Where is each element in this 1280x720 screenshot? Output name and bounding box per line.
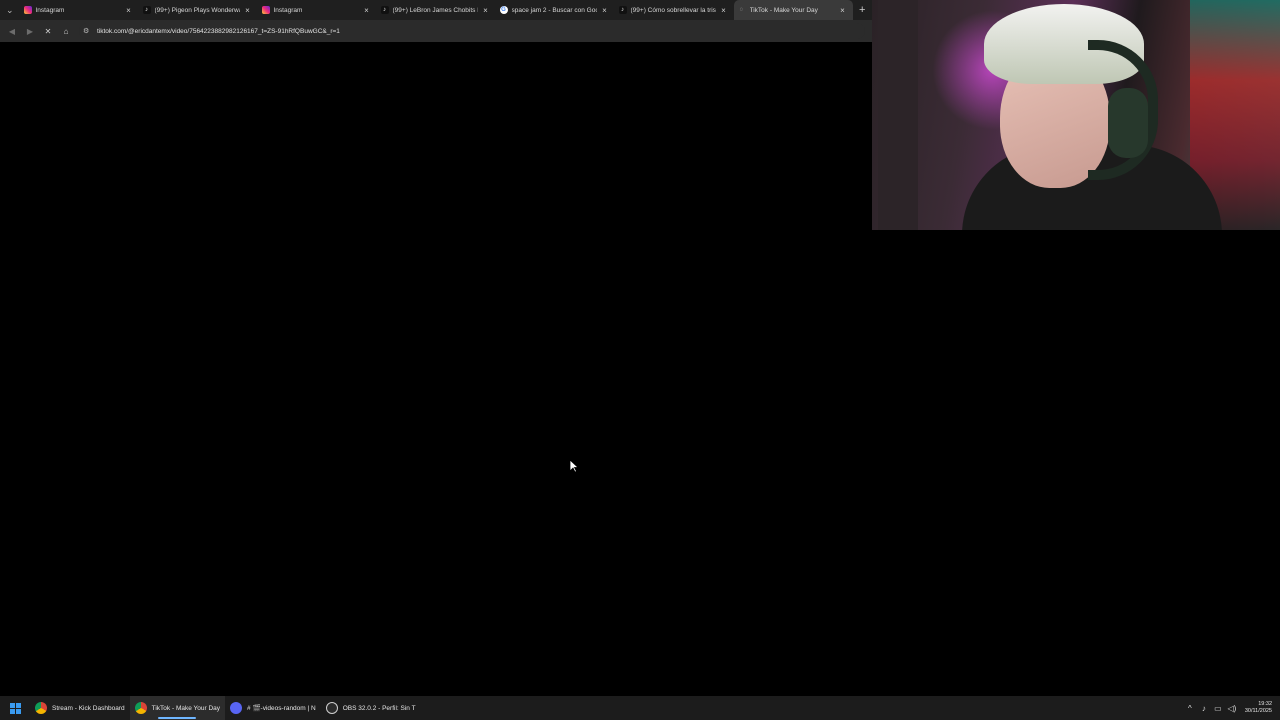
stop-loading-icon[interactable]: ✕: [39, 22, 57, 40]
new-tab-button[interactable]: +: [853, 0, 873, 20]
taskbar-apps: Stream - Kick Dashboard TikTok - Make You…: [30, 696, 421, 720]
tab-title: TikTok - Make Your Day: [749, 6, 818, 14]
close-tab-icon[interactable]: ×: [601, 6, 609, 15]
chrome-icon: [134, 702, 147, 714]
taskbar-item-label: Stream - Kick Dashboard: [52, 704, 125, 712]
clock-date: 30/11/2025: [1244, 708, 1272, 714]
browser-tab[interactable]: Instagram ×: [20, 0, 139, 20]
back-arrow-icon[interactable]: ◀: [3, 22, 21, 40]
taskbar-item-label: OBS 32.0.2 - Perfil: Sin T: [342, 704, 416, 712]
system-tray: ^ ♪ ▭ ◁) 19:32 30/11/2025: [1183, 696, 1280, 720]
discord-icon: [230, 702, 243, 714]
tab-search-chevron-icon[interactable]: ⌄: [0, 0, 20, 20]
close-tab-icon[interactable]: ×: [839, 6, 847, 15]
browser-tab[interactable]: ♪ (99+) Pigeon Plays Wonderwall ×: [139, 0, 258, 20]
taskbar-item-label: # 🎬-videos-random | N: [247, 705, 316, 712]
forward-arrow-icon[interactable]: ▶: [21, 22, 39, 40]
taskbar-item-label: TikTok - Make Your Day: [151, 704, 221, 712]
windows-taskbar: Stream - Kick Dashboard TikTok - Make You…: [0, 696, 1280, 720]
tiktok-icon: ♪: [142, 6, 151, 14]
windows-logo-icon: [9, 702, 21, 714]
close-tab-icon[interactable]: ×: [720, 6, 728, 15]
chevron-up-icon[interactable]: ^: [1183, 704, 1197, 713]
webcam-overlay: [872, 0, 1280, 230]
tab-title: (99+) Cómo sobrellevar la triste: [630, 6, 716, 14]
instagram-icon: [23, 6, 32, 14]
tab-title: space jam 2 - Buscar con Google: [511, 6, 597, 14]
taskbar-item[interactable]: Stream - Kick Dashboard: [30, 696, 130, 720]
home-icon[interactable]: ⌂: [57, 22, 75, 40]
close-tab-icon[interactable]: ×: [125, 6, 133, 15]
headset-earcup: [1108, 88, 1148, 158]
close-tab-icon[interactable]: ×: [244, 6, 252, 15]
instagram-icon: [261, 6, 270, 14]
close-tab-icon[interactable]: ×: [482, 6, 490, 15]
chrome-icon: [35, 702, 47, 714]
volume-icon[interactable]: ◁): [1225, 704, 1239, 713]
address-bar[interactable]: ⚙ tiktok.com/@ericdantemx/video/75642238…: [79, 23, 865, 39]
browser-tab[interactable]: ◌ TikTok - Make Your Day ×: [733, 0, 853, 20]
microphone-icon[interactable]: ♪: [1197, 704, 1211, 713]
browser-tab[interactable]: Instagram ×: [258, 0, 377, 20]
browser-tab[interactable]: ♪(99+) LeBron James Chobits Edit ×: [377, 0, 496, 20]
start-button[interactable]: [0, 696, 30, 720]
tab-title: Instagram: [35, 6, 65, 14]
browser-tab[interactable]: Gspace jam 2 - Buscar con Google ×: [496, 0, 615, 20]
google-icon: G: [499, 6, 508, 14]
taskbar-item[interactable]: TikTok - Make Your Day: [129, 696, 226, 720]
tab-title: (99+) Pigeon Plays Wonderwall: [154, 6, 240, 14]
taskbar-item[interactable]: OBS 32.0.2 - Perfil: Sin T: [321, 696, 421, 720]
browser-toolbar: ◀ ▶ ✕ ⌂ ⚙ tiktok.com/@ericdantemx/video/…: [0, 20, 872, 42]
system-clock[interactable]: 19:32 30/11/2025: [1245, 701, 1272, 715]
tab-list: Instagram × ♪ (99+) Pigeon Plays Wonderwall…: [20, 0, 853, 20]
network-icon[interactable]: ▭: [1211, 704, 1225, 713]
browser-tab-strip: ⌄ Instagram × ♪ (99+) Pigeon Plays Wonderwa…: [0, 0, 872, 20]
loading-icon: ◌: [739, 7, 744, 13]
tiktok-icon: ♪: [380, 6, 389, 14]
page-viewport[interactable]: [0, 42, 872, 696]
clock-time: 19:32: [1258, 701, 1272, 707]
webcam-shelf: [878, 0, 918, 230]
tiktok-icon: ♪: [618, 6, 627, 14]
tab-title: (99+) LeBron James Chobits Edit: [392, 6, 478, 14]
address-text: tiktok.com/@ericdantemx/video/7564223882…: [97, 27, 340, 35]
close-tab-icon[interactable]: ×: [363, 6, 371, 15]
obs-icon: [325, 702, 338, 714]
site-info-icon[interactable]: ⚙: [83, 27, 93, 35]
tab-title: Instagram: [273, 6, 303, 14]
taskbar-item[interactable]: # 🎬-videos-random | N: [225, 696, 321, 720]
browser-tab[interactable]: ♪ (99+) Cómo sobrellevar la triste ×: [615, 0, 734, 20]
